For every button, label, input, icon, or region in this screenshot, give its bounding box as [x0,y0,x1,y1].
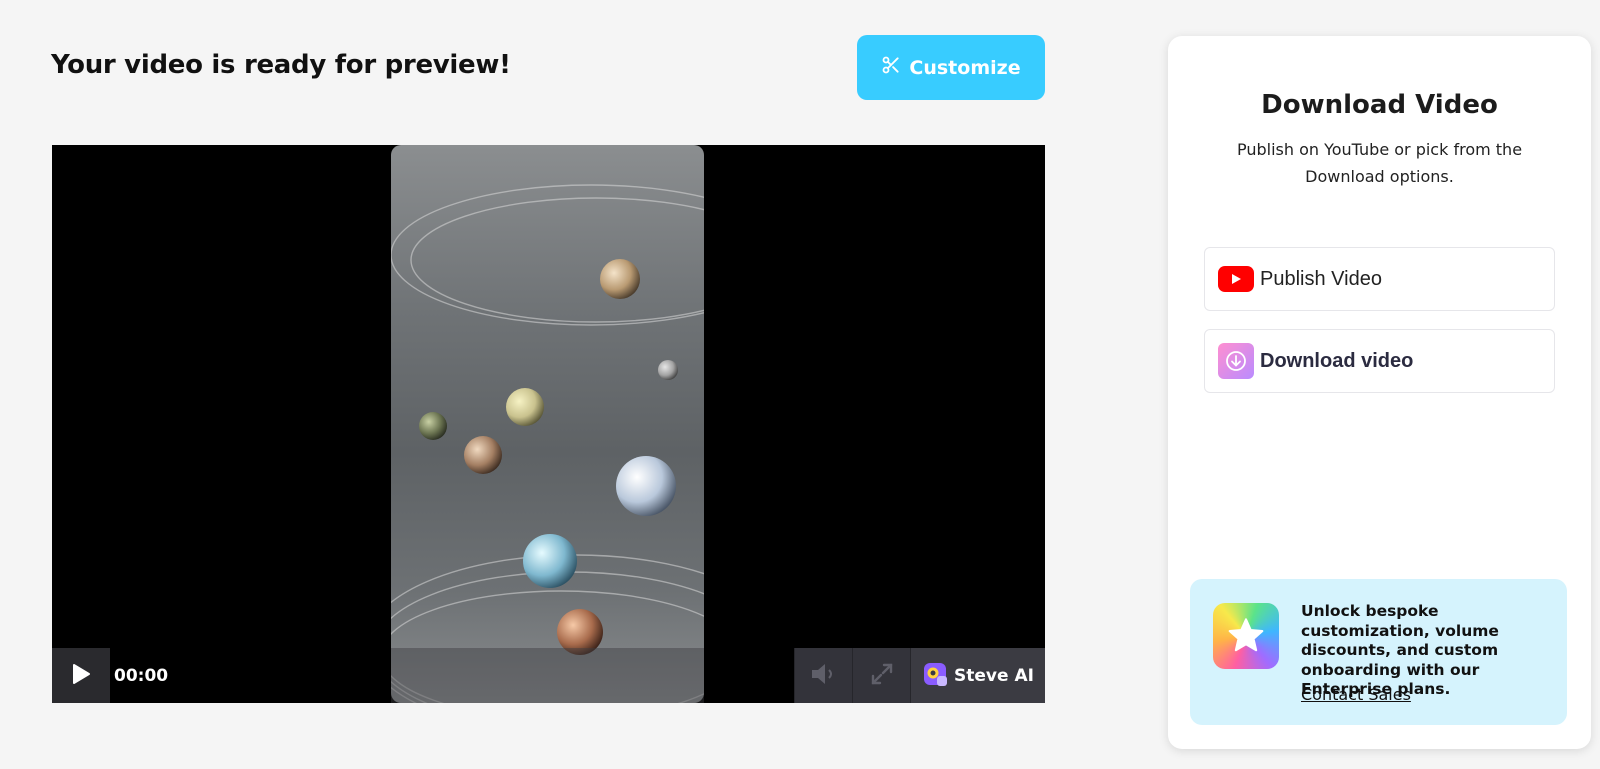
enterprise-promo: Unlock bespoke customization, volume dis… [1190,579,1567,725]
customize-button[interactable]: Customize [857,35,1045,100]
volume-icon [809,662,839,690]
play-icon [71,663,91,689]
download-subtitle: Publish on YouTube or pick from the Down… [1236,140,1523,186]
publish-video-button[interactable]: Publish Video [1204,247,1555,311]
contact-sales-link[interactable]: Contact Sales [1301,685,1411,704]
page-title: Your video is ready for preview! [51,50,511,80]
fullscreen-button[interactable] [852,648,910,703]
fullscreen-icon [870,662,894,690]
download-video-label: Download video [1260,349,1414,372]
star-icon [1213,603,1279,669]
video-frame [391,145,704,703]
control-bar: 00:00 Steve AI [52,648,1045,703]
youtube-icon [1218,266,1254,292]
volume-button[interactable] [794,648,852,703]
download-icon [1218,343,1254,379]
brand-badge[interactable]: Steve AI [910,648,1045,703]
frame-overlay [391,648,704,703]
video-player[interactable]: 00:00 Steve AI [52,145,1045,703]
brand-name: Steve AI [954,665,1034,686]
download-title: Download Video [1261,90,1498,120]
download-panel: Download Video Publish on YouTube or pic… [1168,36,1591,749]
download-video-button[interactable]: Download video [1204,329,1555,393]
steve-ai-logo-icon [922,661,948,691]
scissors-icon [881,55,901,80]
play-button[interactable] [52,648,110,703]
time-display: 00:00 [114,666,169,686]
publish-video-label: Publish Video [1260,267,1382,290]
customize-label: Customize [909,56,1021,79]
